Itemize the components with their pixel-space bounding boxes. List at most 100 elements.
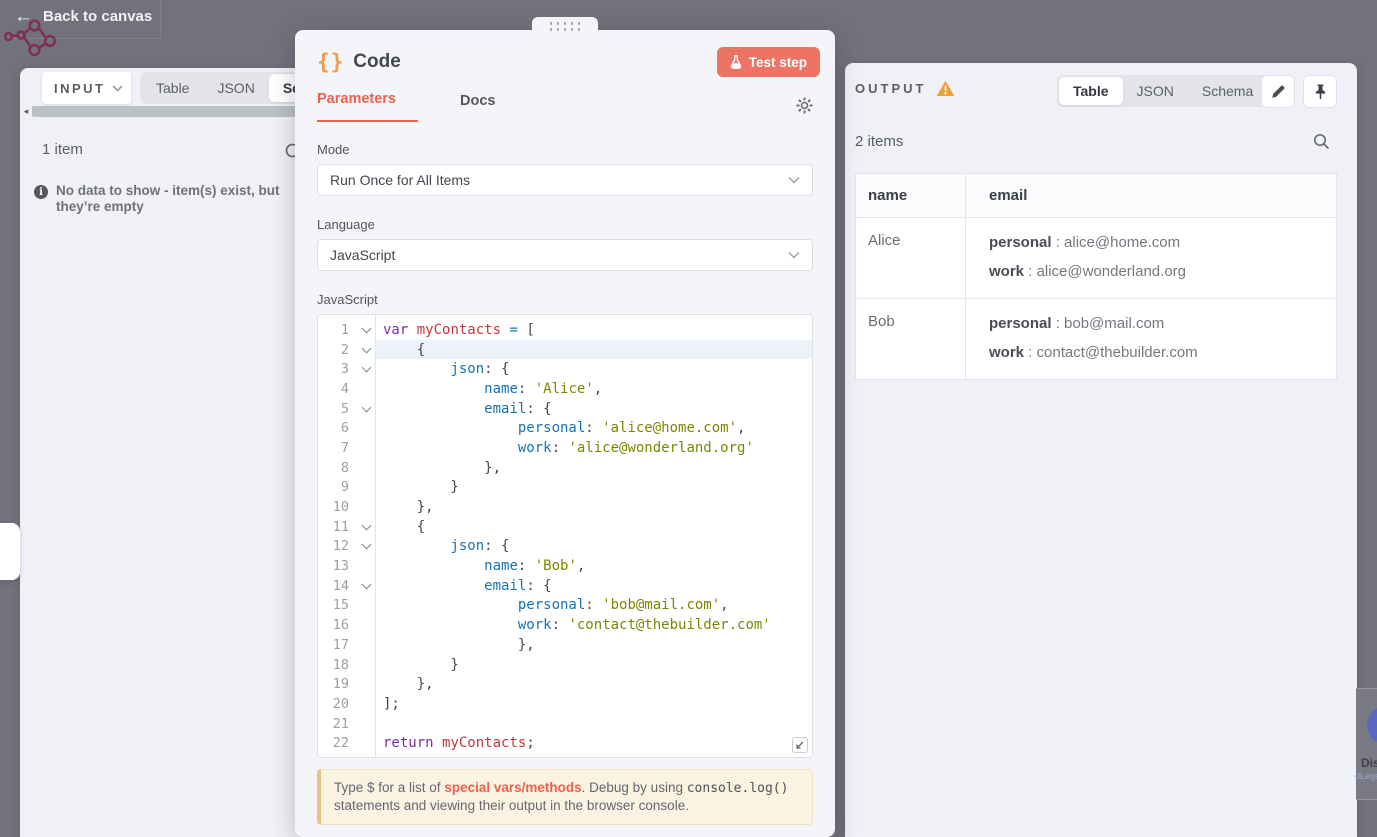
fold-chevron-icon[interactable] [362,325,372,335]
editor-gutter: 1 2 3 4 5 6 7 8 9 10 11 12 13 14 15 16 17 18 19 20 21 22 [318,315,376,757]
input-empty-message: No data to show - item(s) exist, but the… [56,183,280,214]
collapsed-panel-handle[interactable] [0,523,20,580]
input-panel-title: INPUT [54,80,106,96]
language-select[interactable]: JavaScript [317,239,813,271]
code-line-6[interactable]: personal: 'alice@home.com', [376,418,812,438]
editor-resize-handle[interactable] [792,737,808,753]
fold-chevron-icon[interactable] [362,522,372,532]
fold-chevron-icon[interactable] [362,364,372,374]
code-line-17[interactable]: }, [376,635,812,655]
code-node-modal: {} Code Test step Parameters Docs Mode R… [295,17,835,837]
input-tab-json[interactable]: JSON [203,74,268,102]
modal-tabs: Parameters Docs [295,91,835,122]
chevron-down-icon [788,176,800,184]
cell-name: Bob [856,299,966,379]
input-empty-notice: i No data to show - item(s) exist, but t… [34,183,322,215]
modal-drag-handle[interactable] [532,17,598,31]
pin-data-button[interactable] [1303,75,1337,108]
line-number: 21 [332,715,349,732]
line-number: 20 [332,695,349,712]
fold-chevron-icon[interactable] [362,345,372,355]
fold-chevron-icon[interactable] [362,581,372,591]
output-table-header: name email [856,174,1336,218]
output-tab-json[interactable]: JSON [1123,77,1188,105]
code-line-21[interactable] [376,714,812,734]
code-line-22[interactable]: return myContacts; [376,733,812,753]
table-row: Bob personal : bob@mail.com work : contact… [856,299,1336,379]
line-number: 4 [340,380,349,397]
input-tab-table[interactable]: Table [142,74,203,102]
code-line-14[interactable]: email: { [376,576,812,596]
pencil-icon [1271,85,1285,98]
line-number: 19 [332,676,349,693]
code-line-7[interactable]: work: 'alice@wonderland.org' [376,438,812,458]
gear-icon[interactable] [796,97,813,114]
table-row: Alice personal : alice@home.com work : ali… [856,218,1336,299]
search-icon[interactable] [1313,133,1330,150]
test-step-button[interactable]: Test step [716,47,820,77]
line-number: 18 [332,656,349,673]
cell-email: personal : alice@home.com work : alice@wo… [989,234,1186,280]
line-number: 6 [340,420,349,437]
hint-code: console.log() [686,781,789,796]
output-view-tabs: Table JSON Schema [1057,75,1270,107]
code-line-16[interactable]: work: 'contact@thebuilder.com' [376,615,812,635]
code-line-1[interactable]: var myContacts = [ [376,320,812,340]
n8n-logo-icon [3,19,57,57]
line-number: 7 [340,439,349,456]
editor-code[interactable]: var myContacts = [ { json: { name: 'Alic… [376,315,812,757]
language-label: Language [317,217,375,232]
chevron-down-icon [788,251,800,259]
output-tab-table[interactable]: Table [1059,77,1123,105]
edge-widget-panel [1356,688,1377,800]
output-panel-title: OUTPUT [855,81,927,96]
input-source-select[interactable]: INPUT [42,72,131,104]
warning-icon [937,80,955,96]
input-items-count: 1 item [42,141,83,158]
code-line-10[interactable]: }, [376,497,812,517]
line-number: 22 [332,735,349,752]
flask-icon [730,55,742,69]
fold-chevron-icon[interactable] [362,541,372,551]
code-line-2[interactable]: { [376,339,812,360]
cell-name: Alice [856,218,966,298]
code-line-20[interactable]: ]; [376,694,812,714]
fold-chevron-icon[interactable] [362,404,372,414]
node-title: Code [353,51,401,72]
output-table: name email Alice personal : alice@home.com… [855,173,1337,380]
mode-select[interactable]: Run Once for All Items [317,164,813,196]
scroll-left-arrow-icon[interactable]: ◂ [20,106,32,117]
chevron-down-icon [111,84,123,92]
output-panel: OUTPUT Table JSON Schema 2 items name email… [845,63,1357,837]
code-line-5[interactable]: email: { [376,399,812,419]
code-line-8[interactable]: }, [376,458,812,478]
line-number: 9 [340,479,349,496]
line-number: 3 [340,361,349,378]
tab-parameters[interactable]: Parameters [317,91,418,122]
line-number: 13 [332,558,349,575]
code-line-4[interactable]: name: 'Alice', [376,379,812,399]
code-line-18[interactable]: } [376,655,812,675]
line-number: 10 [332,499,349,516]
code-line-11[interactable]: { [376,517,812,537]
test-step-label: Test step [748,54,807,70]
line-number: 1 [340,321,349,338]
code-line-19[interactable]: }, [376,674,812,694]
output-items-count: 2 items [855,133,904,150]
code-line-3[interactable]: json: { [376,359,812,379]
line-number: 8 [340,459,349,476]
code-line-15[interactable]: personal: 'bob@mail.com', [376,596,812,616]
code-line-9[interactable]: } [376,478,812,498]
code-line-12[interactable]: json: { [376,537,812,557]
hint-text: statements and viewing their output in t… [334,798,689,813]
code-line-13[interactable]: name: 'Bob', [376,556,812,576]
edit-output-button[interactable] [1261,75,1295,108]
tab-docs[interactable]: Docs [460,93,495,122]
edge-widget-title: Dis [1361,756,1377,770]
drag-dots-icon [549,22,581,31]
special-vars-link[interactable]: special vars/methods [444,780,581,795]
code-editor[interactable]: 1 2 3 4 5 6 7 8 9 10 11 12 13 14 15 16 17 18 19 20 21 22 var … [317,314,813,758]
line-number: 17 [332,636,349,653]
output-tab-schema[interactable]: Schema [1188,77,1267,105]
resize-icon [796,741,804,749]
